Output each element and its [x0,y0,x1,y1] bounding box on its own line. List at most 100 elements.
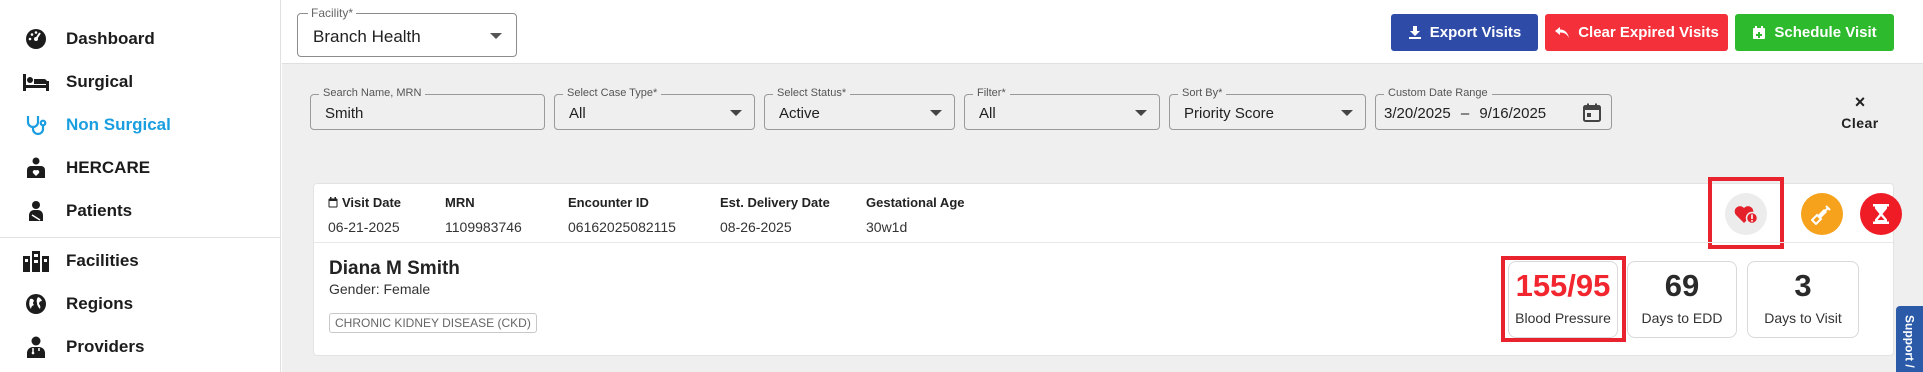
chevron-down-icon [1341,110,1353,116]
clear-expired-visits-button[interactable]: Clear Expired Visits [1545,14,1728,51]
sort-by-select-value: Priority Score [1184,105,1275,122]
case-type-select[interactable]: Select Case Type* All [554,87,755,130]
sidebar-item-hercare[interactable]: HERCARE [0,148,281,188]
chevron-down-icon [930,110,942,116]
date-range-end: 9/16/2025 [1479,105,1547,122]
stethoscope-icon [22,111,50,139]
visit-date-field: Visit Date 06-21-2025 [328,195,401,235]
patient-name[interactable]: Diana M Smith [329,258,460,280]
bed-icon [22,68,50,96]
reply-icon [1555,27,1570,38]
gestational-age-value: 30w1d [866,219,908,235]
status-select-label: Select Status* [773,87,851,99]
search-input-label: Search Name, MRN [319,87,426,99]
heart-alert-button[interactable] [1725,193,1767,235]
date-range-start: 3/20/2025 [1384,105,1451,122]
patient-icon [22,197,50,225]
calendar-plus-icon [1753,26,1766,39]
card-divider [314,242,1895,243]
mrn-field: MRN 1109983746 [445,195,522,235]
close-icon: × [1854,92,1866,112]
blood-pressure-highlight [1501,256,1626,342]
sidebar-item-label: Providers [66,337,145,356]
heart-alert-icon [1734,206,1759,225]
encounter-id-field: Encounter ID 06162025082115 [568,195,676,235]
days-to-visit-label: Days to Visit [1764,310,1842,326]
sidebar-item-dashboard[interactable]: Dashboard [0,19,281,59]
calendar-icon [328,197,338,208]
export-visits-button[interactable]: Export Visits [1391,14,1538,51]
clear-filters-button[interactable]: × Clear [1835,93,1885,131]
delivery-date-value: 08-26-2025 [720,219,792,235]
sidebar: Dashboard Surgical Non Surgical HERCARE … [0,0,281,372]
sidebar-item-label: Surgical [66,72,134,91]
gestational-age-label: Gestational Age [866,195,965,210]
sidebar-item-regions[interactable]: Regions [0,284,281,324]
date-range-label: Custom Date Range [1384,87,1492,99]
clear-expired-visits-label: Clear Expired Visits [1578,24,1719,41]
sort-by-select[interactable]: Sort By* Priority Score [1169,87,1366,130]
sidebar-item-label: Patients [66,201,133,220]
date-range-value: 3/20/2025 – 9/16/2025 [1384,105,1546,122]
days-to-visit-stat: 3 Days to Visit [1747,261,1859,338]
case-type-select-label: Select Case Type* [563,87,662,99]
sidebar-item-providers[interactable]: Providers [0,327,281,367]
mrn-value: 1109983746 [445,219,522,235]
schedule-visit-label: Schedule Visit [1774,24,1877,41]
sidebar-item-label: Regions [66,294,134,313]
encounter-id-label: Encounter ID [568,195,649,210]
sidebar-item-label: Non Surgical [66,115,171,134]
chevron-down-icon [730,110,742,116]
hourglass-button[interactable] [1860,193,1902,235]
calendar-icon[interactable] [1583,103,1601,127]
patient-gender: Gender: Female [329,281,431,297]
dashboard-icon [22,25,50,53]
hourglass-icon [1873,204,1889,224]
globe-icon [22,290,50,318]
facility-select[interactable]: Facility* Branch Health [297,6,517,57]
filter-select-label: Filter* [973,87,1010,99]
sidebar-item-facilities[interactable]: Facilities [0,241,281,281]
syringe-button[interactable] [1801,193,1843,235]
chevron-down-icon [490,33,502,39]
delivery-date-field: Est. Delivery Date 08-26-2025 [720,195,830,235]
visit-date-heading: Visit Date [328,195,401,210]
sidebar-item-non-surgical[interactable]: Non Surgical [0,105,281,145]
main-content: Facility* Branch Health Export Visits Cl… [282,0,1923,372]
building-icon [22,247,50,275]
condition-tag: CHRONIC KIDNEY DISEASE (CKD) [329,313,537,333]
filter-select[interactable]: Filter* All [964,87,1160,130]
days-to-edd-value: 69 [1664,268,1700,303]
visit-date-value: 06-21-2025 [328,219,400,235]
date-range-picker[interactable]: Custom Date Range 3/20/2025 – 9/16/2025 [1375,87,1612,130]
sidebar-item-label: HERCARE [66,158,151,177]
gestational-age-field: Gestational Age 30w1d [866,195,964,235]
sidebar-item-patients[interactable]: Patients [0,191,281,231]
export-visits-label: Export Visits [1429,24,1522,41]
visit-card[interactable]: Visit Date 06-21-2025 MRN 1109983746 Enc… [313,177,1902,356]
days-to-edd-stat: 69 Days to EDD [1627,261,1737,338]
sidebar-item-surgical[interactable]: Surgical [0,62,281,102]
mrn-label: MRN [445,195,475,210]
download-icon [1408,26,1421,39]
sort-by-select-label: Sort By* [1178,87,1227,99]
support-tab[interactable]: Support / [1896,306,1923,372]
filter-select-value: All [979,105,996,122]
days-to-visit-value: 3 [1794,268,1812,303]
heart-hands-icon [22,154,50,182]
sidebar-divider [0,237,281,238]
date-range-separator: – [1460,105,1470,122]
clear-filters-label: Clear [1841,115,1879,131]
chevron-down-icon [1135,110,1147,116]
status-select[interactable]: Select Status* Active [764,87,955,130]
schedule-visit-button[interactable]: Schedule Visit [1735,14,1894,51]
syringe-icon [1811,205,1831,225]
top-toolbar: Facility* Branch Health Export Visits Cl… [282,0,1923,64]
visit-date-label: Visit Date [342,195,402,210]
sidebar-item-label: Dashboard [66,29,155,48]
facility-select-value: Branch Health [313,27,421,46]
encounter-id-value: 06162025082115 [568,219,676,235]
facility-select-label: Facility* [308,6,357,20]
days-to-edd-label: Days to EDD [1641,310,1723,326]
search-input[interactable]: Search Name, MRN Smith [310,87,545,130]
